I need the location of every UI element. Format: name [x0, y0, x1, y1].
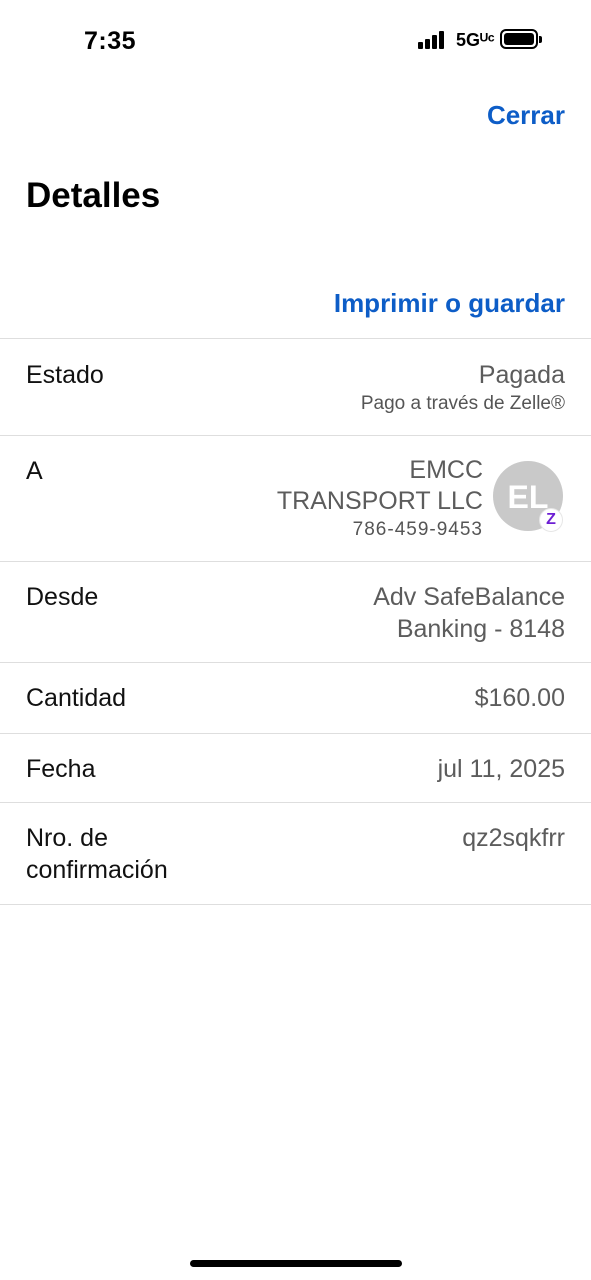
date-value: jul 11, 2025	[437, 755, 565, 783]
network-label: 5Gᵁᶜ	[456, 30, 495, 50]
confirmation-label-line2: confirmación	[26, 856, 168, 884]
print-or-save-button[interactable]: Imprimir o guardar	[334, 288, 565, 319]
divider	[0, 802, 591, 803]
recipient-label: A	[26, 457, 43, 485]
screen: 7:35 5Gᵁᶜ Cerrar Detalles Imprimir o gua…	[0, 0, 591, 1280]
payment-method: Pago a través de Zelle®	[360, 393, 565, 414]
home-indicator[interactable]	[190, 1260, 402, 1267]
amount-value: $160.00	[474, 684, 565, 712]
from-account-line1: Adv SafeBalance	[373, 583, 565, 611]
status-bar: 7:35 5Gᵁᶜ	[0, 0, 591, 80]
from-label: Desde	[26, 583, 99, 611]
status-time: 7:35	[84, 27, 137, 55]
divider	[0, 561, 591, 562]
from-account-line2: Banking - 8148	[396, 615, 565, 643]
confirmation-value: qz2sqkfrr	[462, 824, 565, 852]
close-button[interactable]: Cerrar	[487, 100, 565, 131]
status-label: Estado	[26, 361, 104, 389]
confirmation-label-line1: Nro. de	[26, 824, 108, 852]
zelle-icon: Z	[539, 508, 563, 532]
divider	[0, 338, 591, 339]
amount-label: Cantidad	[26, 684, 127, 712]
recipient-name-line1: EMCC	[409, 456, 483, 484]
signal-icon	[418, 31, 446, 49]
date-label: Fecha	[26, 755, 96, 783]
divider	[0, 733, 591, 734]
status-value: Pagada	[478, 361, 565, 389]
recipient-name-line2: TRANSPORT LLC	[276, 487, 483, 515]
recipient-phone: 786-459-9453	[352, 519, 483, 540]
divider	[0, 904, 591, 905]
divider	[0, 662, 591, 663]
battery-icon	[500, 29, 542, 49]
divider	[0, 435, 591, 436]
page-title: Detalles	[26, 176, 161, 215]
